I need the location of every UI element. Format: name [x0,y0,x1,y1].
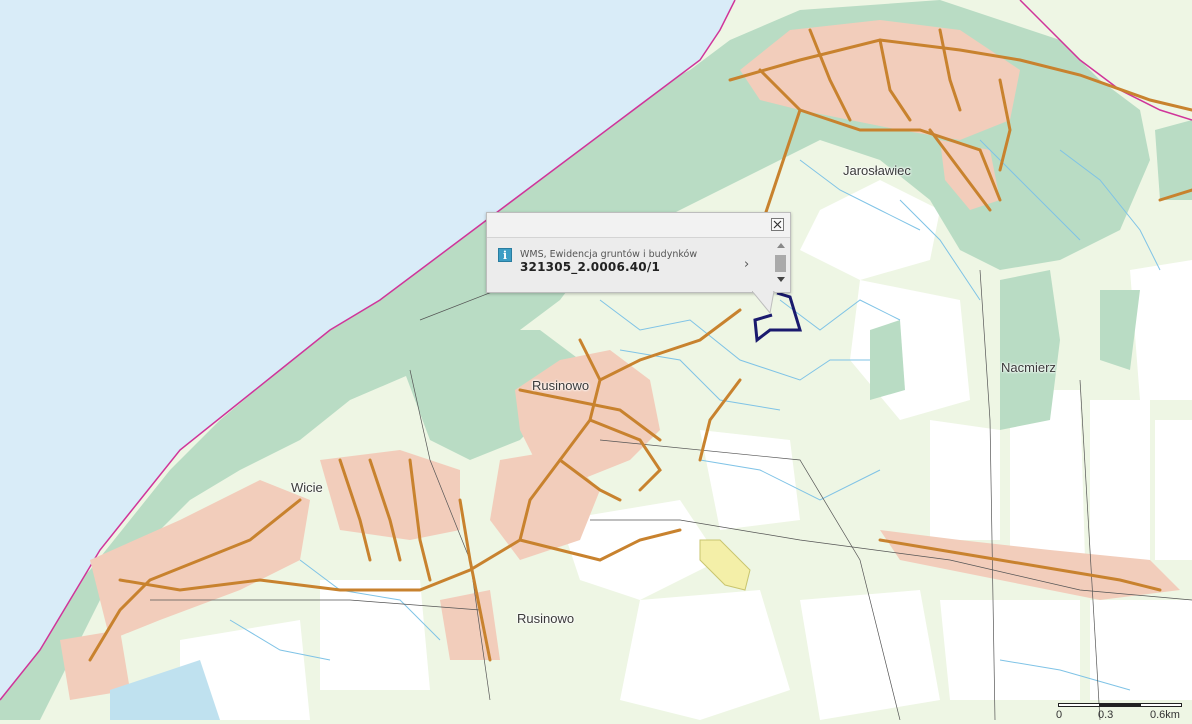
place-label-rusinowo-north: Rusinowo [532,378,590,393]
chevron-right-icon[interactable]: › [744,257,749,272]
popup-scrollbar[interactable] [775,243,787,287]
scroll-thumb[interactable] [775,255,786,272]
scale-bar: 0 0.3 0.6km [1052,700,1188,721]
popup-title-bar [487,213,790,238]
info-icon: i [498,248,512,262]
place-label-wicie: Wicie [291,480,323,495]
popup-layer-name: WMS, Ewidencja gruntów i budynków [520,249,698,260]
scale-tick-0: 0 [1056,709,1063,721]
scroll-down-icon[interactable] [777,277,785,282]
popup-pointer [752,291,775,315]
scale-segment [1099,703,1141,707]
scale-segment [1140,703,1182,707]
place-label-jaroslawiec: Jarosławiec [843,163,911,178]
scale-tick-1: 0.3 [1098,709,1114,721]
map-canvas[interactable]: Jarosławiec Rusinowo Nacmierz Wicie Rusi… [0,0,1192,721]
popup-parcel-id[interactable]: 321305_2.0006.40/1 [520,260,660,274]
scroll-up-icon[interactable] [777,243,785,248]
scale-segment [1058,703,1100,707]
place-label-rusinowo-south: Rusinowo [517,611,575,626]
close-icon[interactable] [771,218,784,231]
scale-tick-2: 0.6km [1150,709,1180,721]
place-label-nacmierz: Nacmierz [1001,360,1056,375]
feature-info-popup: i WMS, Ewidencja gruntów i budynków 3213… [486,212,791,315]
